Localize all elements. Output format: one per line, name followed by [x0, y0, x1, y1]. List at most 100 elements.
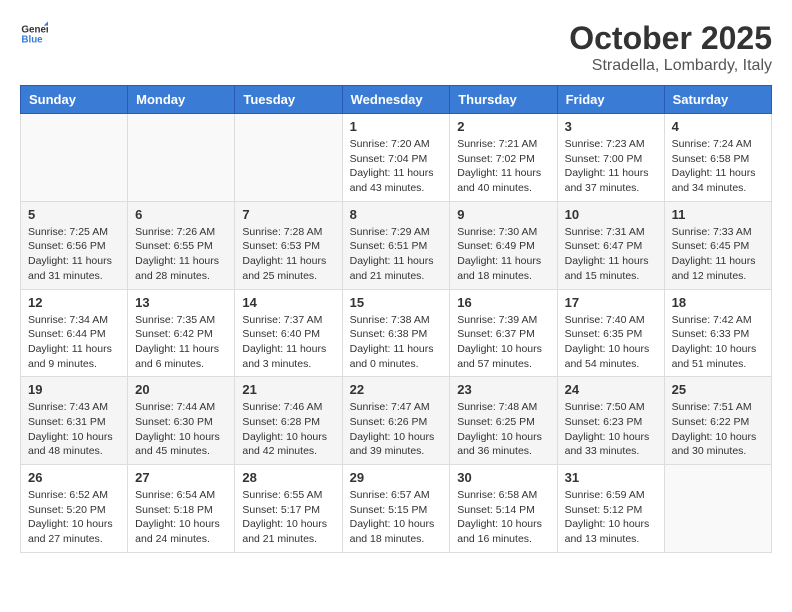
calendar-cell: 1 Sunrise: 7:20 AM Sunset: 7:04 PM Daylig… [342, 114, 450, 202]
calendar-week-3: 12Sunrise: 7:34 AM Sunset: 6:44 PM Dayli… [21, 289, 772, 377]
day-info: Sunrise: 6:52 AM Sunset: 5:20 PM Dayligh… [28, 488, 120, 547]
day-info: Sunrise: 7:44 AM Sunset: 6:30 PM Dayligh… [135, 400, 227, 459]
calendar-week-5: 26Sunrise: 6:52 AM Sunset: 5:20 PM Dayli… [21, 465, 772, 553]
day-header-saturday: Saturday [664, 86, 771, 114]
calendar-cell: 19 Sunrise: 7:43 AM Sunset: 6:31 PM Dayli… [21, 377, 128, 465]
logo-icon: General Blue [20, 20, 48, 48]
calendar-header-row: SundayMondayTuesdayWednesdayThursdayFrid… [21, 86, 772, 114]
day-info: Sunrise: 7:51 AM Sunset: 6:22 PM Dayligh… [672, 400, 764, 459]
day-number: 13 [135, 295, 227, 310]
day-info: Sunrise: 7:50 AM Sunset: 6:23 PM Dayligh… [565, 400, 657, 459]
calendar-cell: 30 Sunrise: 6:58 AM Sunset: 5:14 PM Dayli… [450, 465, 557, 553]
svg-text:Blue: Blue [21, 34, 43, 45]
day-number: 17 [565, 295, 657, 310]
calendar-cell: 29Sunrise: 6:57 AM Sunset: 5:15 PM Dayli… [342, 465, 450, 553]
day-number: 20 [135, 382, 227, 397]
day-number: 10 [565, 207, 657, 222]
calendar-cell: 22 Sunrise: 7:47 AM Sunset: 6:26 PM Dayli… [342, 377, 450, 465]
day-info: Sunrise: 7:26 AM Sunset: 6:55 PM Dayligh… [135, 225, 227, 284]
location: Stradella, Lombardy, Italy [569, 57, 772, 75]
calendar-week-2: 5 Sunrise: 7:25 AM Sunset: 6:56 PM Daylig… [21, 201, 772, 289]
title-area: October 2025 Stradella, Lombardy, Italy [569, 20, 772, 75]
day-info: Sunrise: 7:28 AM Sunset: 6:53 PM Dayligh… [242, 225, 334, 284]
day-info: Sunrise: 7:25 AM Sunset: 6:56 PM Dayligh… [28, 225, 120, 284]
calendar-cell: 5 Sunrise: 7:25 AM Sunset: 6:56 PM Daylig… [21, 201, 128, 289]
calendar-cell [128, 114, 235, 202]
calendar-cell: 25 Sunrise: 7:51 AM Sunset: 6:22 PM Dayli… [664, 377, 771, 465]
day-number: 24 [565, 382, 657, 397]
calendar-cell: 9 Sunrise: 7:30 AM Sunset: 6:49 PM Daylig… [450, 201, 557, 289]
day-info: Sunrise: 7:23 AM Sunset: 7:00 PM Dayligh… [565, 137, 657, 196]
calendar-cell: 24 Sunrise: 7:50 AM Sunset: 6:23 PM Dayli… [557, 377, 664, 465]
calendar-cell: 10 Sunrise: 7:31 AM Sunset: 6:47 PM Dayli… [557, 201, 664, 289]
day-number: 25 [672, 382, 764, 397]
day-number: 8 [350, 207, 443, 222]
calendar-cell: 2Sunrise: 7:21 AM Sunset: 7:02 PM Daylig… [450, 114, 557, 202]
calendar-cell: 11Sunrise: 7:33 AM Sunset: 6:45 PM Dayli… [664, 201, 771, 289]
calendar-table: SundayMondayTuesdayWednesdayThursdayFrid… [20, 85, 772, 553]
day-info: Sunrise: 7:21 AM Sunset: 7:02 PM Dayligh… [457, 137, 549, 196]
calendar-cell: 26Sunrise: 6:52 AM Sunset: 5:20 PM Dayli… [21, 465, 128, 553]
calendar-week-1: 1 Sunrise: 7:20 AM Sunset: 7:04 PM Daylig… [21, 114, 772, 202]
day-info: Sunrise: 7:38 AM Sunset: 6:38 PM Dayligh… [350, 313, 443, 372]
calendar-cell: 4 Sunrise: 7:24 AM Sunset: 6:58 PM Daylig… [664, 114, 771, 202]
day-info: Sunrise: 7:24 AM Sunset: 6:58 PM Dayligh… [672, 137, 764, 196]
logo: General Blue [20, 20, 48, 48]
day-info: Sunrise: 7:46 AM Sunset: 6:28 PM Dayligh… [242, 400, 334, 459]
day-number: 22 [350, 382, 443, 397]
day-number: 30 [457, 470, 549, 485]
day-number: 3 [565, 119, 657, 134]
day-number: 5 [28, 207, 120, 222]
calendar-cell [235, 114, 342, 202]
calendar-cell: 15 Sunrise: 7:38 AM Sunset: 6:38 PM Dayli… [342, 289, 450, 377]
day-info: Sunrise: 7:43 AM Sunset: 6:31 PM Dayligh… [28, 400, 120, 459]
calendar-cell: 8Sunrise: 7:29 AM Sunset: 6:51 PM Daylig… [342, 201, 450, 289]
calendar-cell [664, 465, 771, 553]
calendar-cell: 21 Sunrise: 7:46 AM Sunset: 6:28 PM Dayli… [235, 377, 342, 465]
day-header-monday: Monday [128, 86, 235, 114]
day-number: 16 [457, 295, 549, 310]
day-number: 19 [28, 382, 120, 397]
day-number: 29 [350, 470, 443, 485]
day-number: 14 [242, 295, 334, 310]
day-header-tuesday: Tuesday [235, 86, 342, 114]
day-info: Sunrise: 7:34 AM Sunset: 6:44 PM Dayligh… [28, 313, 120, 372]
calendar-cell: 3 Sunrise: 7:23 AM Sunset: 7:00 PM Daylig… [557, 114, 664, 202]
day-number: 15 [350, 295, 443, 310]
day-number: 9 [457, 207, 549, 222]
month-title: October 2025 [569, 20, 772, 57]
calendar-cell: 18 Sunrise: 7:42 AM Sunset: 6:33 PM Dayli… [664, 289, 771, 377]
day-header-sunday: Sunday [21, 86, 128, 114]
calendar-cell [21, 114, 128, 202]
day-info: Sunrise: 6:55 AM Sunset: 5:17 PM Dayligh… [242, 488, 334, 547]
day-header-friday: Friday [557, 86, 664, 114]
day-number: 18 [672, 295, 764, 310]
day-number: 21 [242, 382, 334, 397]
calendar-cell: 17 Sunrise: 7:40 AM Sunset: 6:35 PM Dayli… [557, 289, 664, 377]
day-number: 23 [457, 382, 549, 397]
day-info: Sunrise: 6:59 AM Sunset: 5:12 PM Dayligh… [565, 488, 657, 547]
calendar-cell: 16Sunrise: 7:39 AM Sunset: 6:37 PM Dayli… [450, 289, 557, 377]
day-info: Sunrise: 7:20 AM Sunset: 7:04 PM Dayligh… [350, 137, 443, 196]
day-info: Sunrise: 7:33 AM Sunset: 6:45 PM Dayligh… [672, 225, 764, 284]
calendar-cell: 12Sunrise: 7:34 AM Sunset: 6:44 PM Dayli… [21, 289, 128, 377]
calendar-cell: 6Sunrise: 7:26 AM Sunset: 6:55 PM Daylig… [128, 201, 235, 289]
day-info: Sunrise: 6:58 AM Sunset: 5:14 PM Dayligh… [457, 488, 549, 547]
calendar-cell: 20 Sunrise: 7:44 AM Sunset: 6:30 PM Dayli… [128, 377, 235, 465]
day-info: Sunrise: 7:48 AM Sunset: 6:25 PM Dayligh… [457, 400, 549, 459]
day-header-wednesday: Wednesday [342, 86, 450, 114]
day-header-thursday: Thursday [450, 86, 557, 114]
day-info: Sunrise: 7:35 AM Sunset: 6:42 PM Dayligh… [135, 313, 227, 372]
day-number: 1 [350, 119, 443, 134]
day-info: Sunrise: 7:30 AM Sunset: 6:49 PM Dayligh… [457, 225, 549, 284]
calendar-cell: 27Sunrise: 6:54 AM Sunset: 5:18 PM Dayli… [128, 465, 235, 553]
calendar-cell: 23 Sunrise: 7:48 AM Sunset: 6:25 PM Dayli… [450, 377, 557, 465]
day-info: Sunrise: 7:42 AM Sunset: 6:33 PM Dayligh… [672, 313, 764, 372]
day-number: 4 [672, 119, 764, 134]
day-info: Sunrise: 7:47 AM Sunset: 6:26 PM Dayligh… [350, 400, 443, 459]
day-info: Sunrise: 7:31 AM Sunset: 6:47 PM Dayligh… [565, 225, 657, 284]
calendar-cell: 31 Sunrise: 6:59 AM Sunset: 5:12 PM Dayli… [557, 465, 664, 553]
day-info: Sunrise: 7:40 AM Sunset: 6:35 PM Dayligh… [565, 313, 657, 372]
day-info: Sunrise: 6:54 AM Sunset: 5:18 PM Dayligh… [135, 488, 227, 547]
day-number: 31 [565, 470, 657, 485]
